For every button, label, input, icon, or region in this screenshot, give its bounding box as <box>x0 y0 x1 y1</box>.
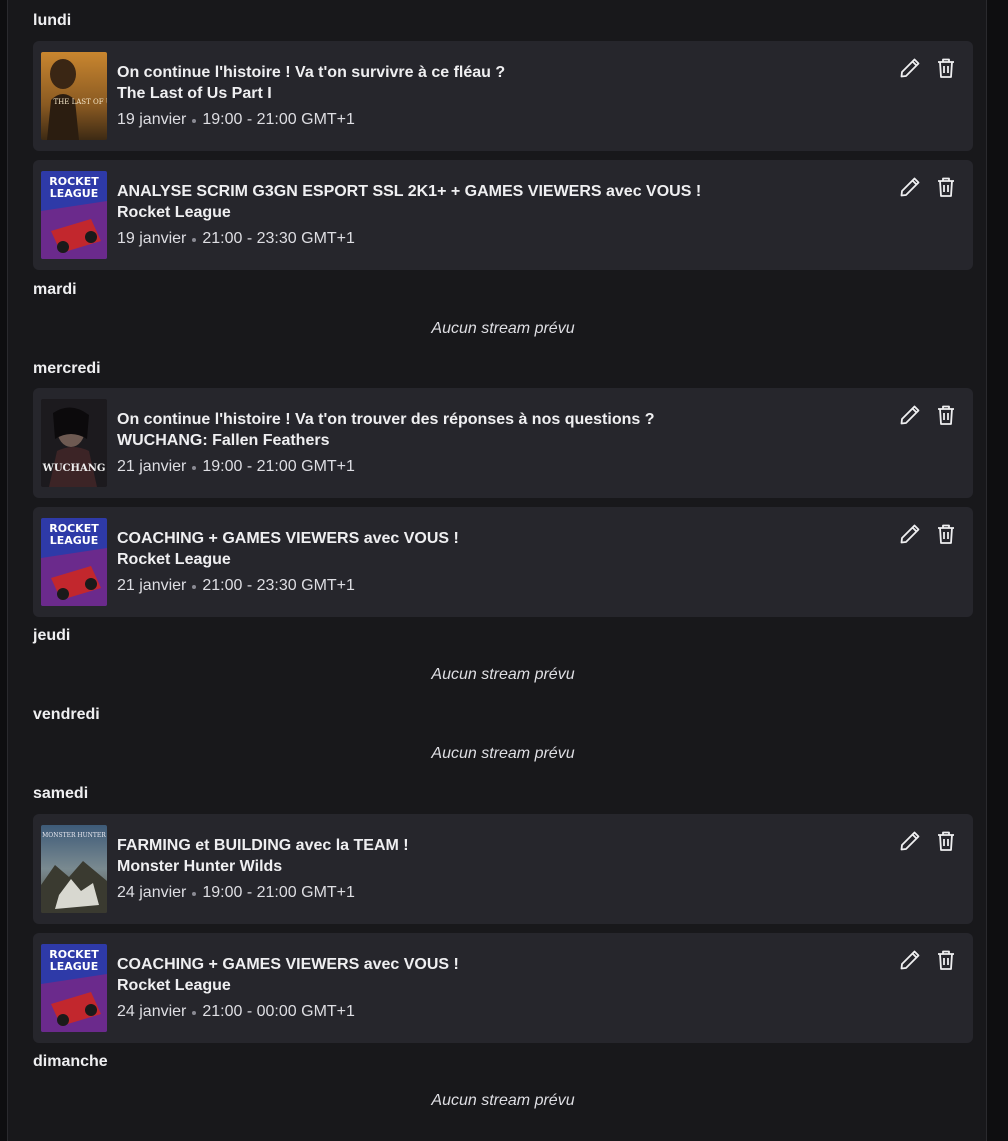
trash-icon <box>938 831 954 851</box>
stream-schedule: 24 janvier 19:00 - 21:00 GMT+1 <box>117 883 355 903</box>
stream-title: COACHING + GAMES VIEWERS avec VOUS ! <box>117 956 459 973</box>
separator-dot <box>192 1010 197 1015</box>
game-cover-thumbnail: ROCKET LEAGUE <box>41 518 107 606</box>
svg-text:LEAGUE: LEAGUE <box>50 960 99 973</box>
separator-dot <box>192 118 197 123</box>
no-stream-message: Aucun stream prévu <box>431 745 575 762</box>
pencil-icon <box>900 950 920 970</box>
trash-icon <box>938 177 954 197</box>
stream-schedule: 21 janvier 21:00 - 23:30 GMT+1 <box>117 576 355 596</box>
day-label-saturday: samedi <box>33 785 89 802</box>
day-label-tuesday: mardi <box>33 281 77 298</box>
pencil-icon <box>900 524 920 544</box>
stream-date: 19 janvier <box>117 111 187 128</box>
stream-card[interactable]: ROCKET LEAGUE ANALYSE SCRIM G3GN ESPORT … <box>33 160 973 270</box>
pencil-icon <box>900 831 920 851</box>
stream-game: Rocket League <box>117 977 231 994</box>
separator-dot <box>192 465 197 470</box>
stream-game: The Last of Us Part I <box>117 85 272 102</box>
game-cover-thumbnail: THE LAST OF US <box>41 52 107 140</box>
stream-card[interactable]: ROCKET LEAGUE COACHING + GAMES VIEWERS a… <box>33 933 973 1043</box>
trash-icon <box>938 405 954 425</box>
stream-time: 21:00 - 23:30 GMT+1 <box>202 577 355 594</box>
delete-button[interactable] <box>934 56 958 80</box>
trash-icon <box>938 58 954 78</box>
trash-icon <box>938 524 954 544</box>
stream-game: Rocket League <box>117 204 231 221</box>
delete-button[interactable] <box>934 175 958 199</box>
game-cover-thumbnail: WUCHANG <box>41 399 107 487</box>
day-label-friday: vendredi <box>33 706 100 723</box>
edit-button[interactable] <box>898 522 922 546</box>
stream-title: On continue l'histoire ! Va t'on trouver… <box>117 411 655 428</box>
delete-button[interactable] <box>934 948 958 972</box>
stream-time: 19:00 - 21:00 GMT+1 <box>202 884 355 901</box>
delete-button[interactable] <box>934 403 958 427</box>
stream-card[interactable]: WUCHANG On continue l'histoire ! Va t'on… <box>33 388 973 498</box>
stream-schedule: 19 janvier 19:00 - 21:00 GMT+1 <box>117 110 355 130</box>
stream-time: 19:00 - 21:00 GMT+1 <box>202 458 355 475</box>
stream-time: 19:00 - 21:00 GMT+1 <box>202 111 355 128</box>
game-cover-thumbnail: ROCKET LEAGUE <box>41 171 107 259</box>
edit-button[interactable] <box>898 403 922 427</box>
stream-time: 21:00 - 23:30 GMT+1 <box>202 230 355 247</box>
stream-card[interactable]: THE LAST OF US On continue l'histoire ! … <box>33 41 973 151</box>
svg-text:LEAGUE: LEAGUE <box>50 187 99 200</box>
svg-text:THE LAST OF US: THE LAST OF US <box>53 98 107 106</box>
edit-button[interactable] <box>898 948 922 972</box>
stream-time: 21:00 - 00:00 GMT+1 <box>202 1003 355 1020</box>
stream-game: WUCHANG: Fallen Feathers <box>117 432 330 449</box>
stream-title: On continue l'histoire ! Va t'on survivr… <box>117 64 506 81</box>
stream-title: ANALYSE SCRIM G3GN ESPORT SSL 2K1+ + GAM… <box>117 183 702 200</box>
stream-schedule: 21 janvier 19:00 - 21:00 GMT+1 <box>117 457 355 477</box>
edit-button[interactable] <box>898 56 922 80</box>
edit-button[interactable] <box>898 175 922 199</box>
day-label-wednesday: mercredi <box>33 360 101 377</box>
stream-date: 21 janvier <box>117 577 187 594</box>
separator-dot <box>192 891 197 896</box>
day-label-monday: lundi <box>33 12 72 29</box>
day-label-sunday: dimanche <box>33 1053 108 1070</box>
no-stream-message: Aucun stream prévu <box>431 320 575 337</box>
trash-icon <box>938 950 954 970</box>
delete-button[interactable] <box>934 829 958 853</box>
stream-schedule: 19 janvier 21:00 - 23:30 GMT+1 <box>117 229 355 249</box>
svg-text:MONSTER HUNTER: MONSTER HUNTER <box>42 832 106 839</box>
pencil-icon <box>900 405 920 425</box>
svg-text:WUCHANG: WUCHANG <box>42 463 106 474</box>
stream-date: 19 janvier <box>117 230 187 247</box>
stream-card[interactable]: ROCKET LEAGUE COACHING + GAMES VIEWERS a… <box>33 507 973 617</box>
separator-dot <box>192 584 197 589</box>
stream-schedule: 24 janvier 21:00 - 00:00 GMT+1 <box>117 1002 355 1022</box>
stream-date: 24 janvier <box>117 1003 187 1020</box>
stream-game: Rocket League <box>117 551 231 568</box>
no-stream-message: Aucun stream prévu <box>431 1092 575 1109</box>
stream-game: Monster Hunter Wilds <box>117 858 283 875</box>
stream-card[interactable]: MONSTER HUNTER FARMING et BUILDING avec … <box>33 814 973 924</box>
day-label-thursday: jeudi <box>33 627 71 644</box>
edit-button[interactable] <box>898 829 922 853</box>
stream-title: FARMING et BUILDING avec la TEAM ! <box>117 837 409 854</box>
separator-dot <box>192 237 197 242</box>
stream-date: 24 janvier <box>117 884 187 901</box>
no-stream-message: Aucun stream prévu <box>431 666 575 683</box>
game-cover-thumbnail: ROCKET LEAGUE <box>41 944 107 1032</box>
pencil-icon <box>900 177 920 197</box>
stream-title: COACHING + GAMES VIEWERS avec VOUS ! <box>117 530 459 547</box>
svg-text:LEAGUE: LEAGUE <box>50 534 99 547</box>
stream-date: 21 janvier <box>117 458 187 475</box>
delete-button[interactable] <box>934 522 958 546</box>
game-cover-thumbnail: MONSTER HUNTER <box>41 825 107 913</box>
schedule-panel: lundi THE LAST OF US <box>7 0 987 1141</box>
pencil-icon <box>900 58 920 78</box>
